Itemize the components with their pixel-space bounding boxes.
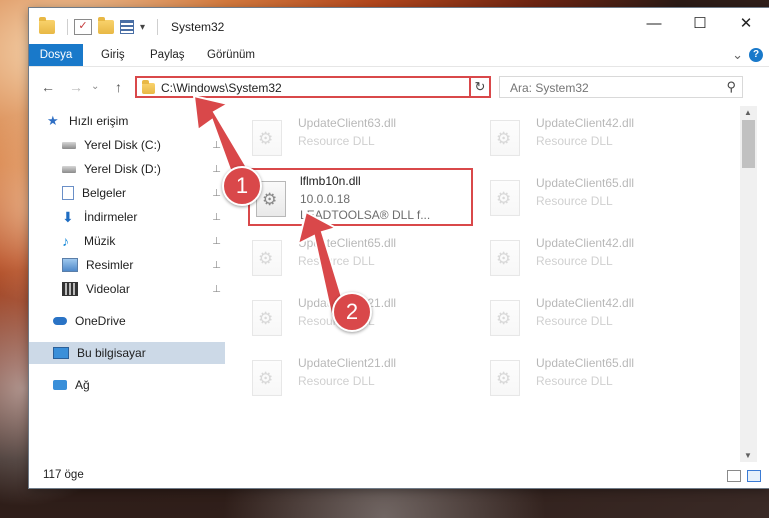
step-2-badge: 2 [332,292,372,332]
step-1-badge: 1 [222,166,262,206]
annotation-arrows [192,94,346,321]
